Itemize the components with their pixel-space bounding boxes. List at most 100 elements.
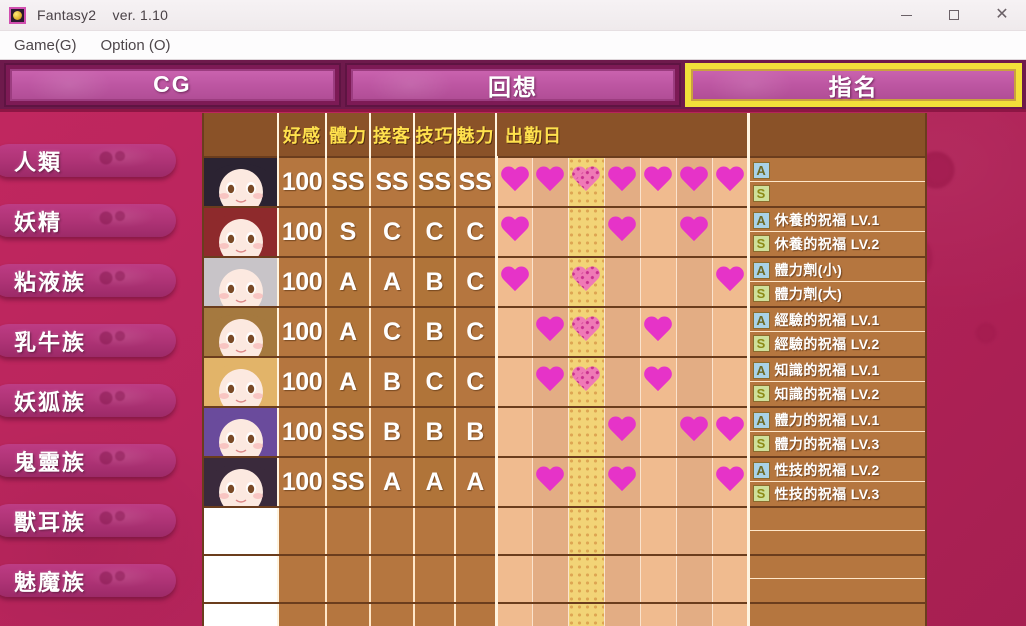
cell-day-5[interactable] <box>639 306 676 358</box>
cell-day-7[interactable] <box>711 206 749 258</box>
sidebar-item-4[interactable]: 妖狐族 <box>0 384 176 417</box>
row-portrait-cell[interactable] <box>204 306 279 358</box>
cell-skills[interactable]: A 知識的祝福 LV.1 S 知識的祝福 LV.2 <box>746 356 925 408</box>
tab-recollection[interactable]: 回想 <box>344 62 682 107</box>
sidebar-item-1[interactable]: 妖精 <box>0 204 176 237</box>
cell-day-4[interactable] <box>603 206 640 258</box>
row-portrait-cell[interactable] <box>204 602 279 626</box>
cell-day-2[interactable] <box>531 156 568 208</box>
cell-day-3[interactable] <box>567 406 604 458</box>
cell-day-2[interactable] <box>531 356 568 408</box>
cell-skills[interactable]: A 性技的祝福 LV.2 S 性技的祝福 LV.3 <box>746 456 925 508</box>
cell-day-6[interactable] <box>675 356 712 408</box>
cell-skills[interactable]: A 休養的祝福 LV.1 S 休養的祝福 LV.2 <box>746 206 925 258</box>
cell-day-7[interactable] <box>711 506 749 556</box>
cell-day-4[interactable] <box>603 456 640 508</box>
cell-skills[interactable] <box>746 602 925 626</box>
cell-day-3[interactable] <box>567 506 604 556</box>
sidebar-item-6[interactable]: 獸耳族 <box>0 504 176 537</box>
cell-day-7[interactable] <box>711 554 749 604</box>
cell-skills[interactable] <box>746 506 925 556</box>
menu-option[interactable]: Option (O) <box>91 34 181 57</box>
cell-skills[interactable]: A 體力劑(小) S 體力劑(大) <box>746 256 925 308</box>
cell-day-7[interactable] <box>711 456 749 508</box>
nomination-table-wrapper[interactable]: 好感 體力 接客 技巧 魅力 出勤日 100 SS SS SS SS A S 100 S C C C A… <box>202 113 927 626</box>
cell-day-1[interactable] <box>494 602 532 626</box>
cell-day-3[interactable] <box>567 156 604 208</box>
table-row[interactable] <box>204 554 925 604</box>
cell-day-5[interactable] <box>639 356 676 408</box>
close-button[interactable]: ✕ <box>978 0 1026 31</box>
cell-day-3[interactable] <box>567 602 604 626</box>
cell-day-7[interactable] <box>711 306 749 358</box>
cell-day-7[interactable] <box>711 406 749 458</box>
cell-day-4[interactable] <box>603 256 640 308</box>
cell-skills[interactable]: A 體力的祝福 LV.1 S 體力的祝福 LV.3 <box>746 406 925 458</box>
cell-day-6[interactable] <box>675 506 712 556</box>
maximize-button[interactable] <box>930 0 978 31</box>
minimize-button[interactable] <box>882 0 930 31</box>
cell-day-2[interactable] <box>531 406 568 458</box>
cell-day-6[interactable] <box>675 256 712 308</box>
row-portrait-cell[interactable] <box>204 554 279 604</box>
row-portrait-cell[interactable] <box>204 506 279 556</box>
table-row[interactable]: 100 SS SS SS SS A S <box>204 156 925 208</box>
cell-day-4[interactable] <box>603 156 640 208</box>
row-portrait-cell[interactable] <box>204 456 279 508</box>
cell-day-1[interactable] <box>494 406 532 458</box>
row-portrait-cell[interactable] <box>204 406 279 458</box>
cell-skills[interactable] <box>746 554 925 604</box>
cell-day-4[interactable] <box>603 356 640 408</box>
cell-day-7[interactable] <box>711 356 749 408</box>
table-row[interactable]: 100 SS B B B A 體力的祝福 LV.1 S 體力的祝福 LV.3 <box>204 406 925 458</box>
row-portrait-cell[interactable] <box>204 156 279 208</box>
cell-day-2[interactable] <box>531 256 568 308</box>
table-row[interactable]: 100 A C B C A 經驗的祝福 LV.1 S 經驗的祝福 LV.2 <box>204 306 925 358</box>
cell-day-3[interactable] <box>567 306 604 358</box>
table-row[interactable]: 100 S C C C A 休養的祝福 LV.1 S 休養的祝福 LV.2 <box>204 206 925 258</box>
cell-day-6[interactable] <box>675 156 712 208</box>
cell-day-3[interactable] <box>567 554 604 604</box>
cell-day-2[interactable] <box>531 306 568 358</box>
cell-day-7[interactable] <box>711 256 749 308</box>
cell-day-5[interactable] <box>639 156 676 208</box>
cell-day-5[interactable] <box>639 256 676 308</box>
row-portrait-cell[interactable] <box>204 206 279 258</box>
cell-day-4[interactable] <box>603 406 640 458</box>
table-row[interactable] <box>204 506 925 556</box>
cell-day-2[interactable] <box>531 602 568 626</box>
cell-day-7[interactable] <box>711 602 749 626</box>
cell-day-3[interactable] <box>567 256 604 308</box>
table-row[interactable]: 100 A A B C A 體力劑(小) S 體力劑(大) <box>204 256 925 308</box>
cell-day-6[interactable] <box>675 554 712 604</box>
cell-day-1[interactable] <box>494 306 532 358</box>
cell-day-1[interactable] <box>494 456 532 508</box>
cell-day-1[interactable] <box>494 356 532 408</box>
cell-day-3[interactable] <box>567 456 604 508</box>
cell-day-2[interactable] <box>531 456 568 508</box>
cell-day-2[interactable] <box>531 554 568 604</box>
cell-day-6[interactable] <box>675 602 712 626</box>
cell-day-6[interactable] <box>675 406 712 458</box>
menu-game[interactable]: Game(G) <box>4 34 87 57</box>
cell-day-1[interactable] <box>494 506 532 556</box>
cell-day-1[interactable] <box>494 206 532 258</box>
cell-day-4[interactable] <box>603 602 640 626</box>
cell-day-5[interactable] <box>639 506 676 556</box>
cell-day-1[interactable] <box>494 256 532 308</box>
cell-day-6[interactable] <box>675 306 712 358</box>
cell-day-5[interactable] <box>639 406 676 458</box>
row-portrait-cell[interactable] <box>204 256 279 308</box>
sidebar-item-3[interactable]: 乳牛族 <box>0 324 176 357</box>
cell-day-4[interactable] <box>603 306 640 358</box>
cell-skills[interactable]: AS <box>746 156 925 208</box>
cell-day-2[interactable] <box>531 506 568 556</box>
tab-nomination[interactable]: 指名 <box>685 62 1023 107</box>
cell-day-2[interactable] <box>531 206 568 258</box>
cell-day-5[interactable] <box>639 602 676 626</box>
cell-day-1[interactable] <box>494 156 532 208</box>
cell-day-1[interactable] <box>494 554 532 604</box>
sidebar-item-2[interactable]: 粘液族 <box>0 264 176 297</box>
sidebar-item-0[interactable]: 人類 <box>0 144 176 177</box>
cell-skills[interactable]: A 經驗的祝福 LV.1 S 經驗的祝福 LV.2 <box>746 306 925 358</box>
